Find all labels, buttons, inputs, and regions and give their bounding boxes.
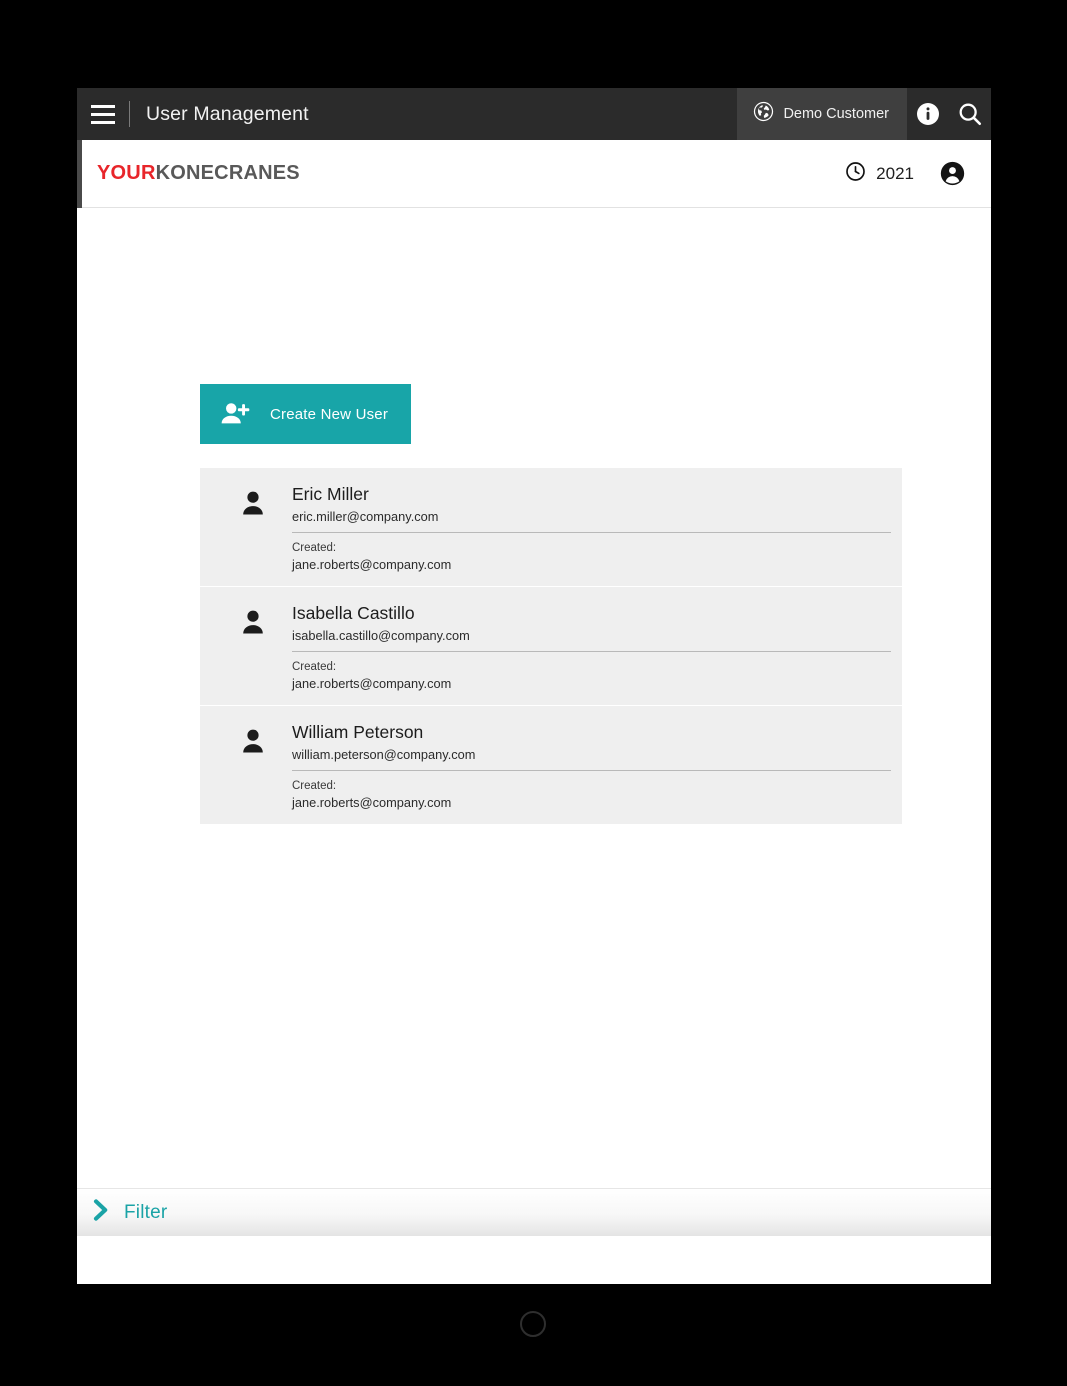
hamburger-menu-icon[interactable]: [77, 88, 129, 140]
device-home-button[interactable]: [520, 1311, 546, 1337]
card-divider: [292, 532, 891, 533]
globe-icon: [753, 101, 774, 127]
year-label: 2021: [876, 163, 914, 183]
user-email: isabella.castillo@company.com: [292, 628, 470, 643]
person-add-icon: [200, 401, 270, 427]
user-email: william.peterson@company.com: [292, 747, 476, 762]
clock-icon: [845, 161, 866, 187]
created-by-email: jane.roberts@company.com: [292, 557, 452, 572]
created-label: Created:: [292, 661, 337, 673]
user-card[interactable]: Eric Miller eric.miller@company.com Crea…: [200, 468, 902, 586]
screen: User Management Demo Customer YOURKONECR…: [77, 88, 991, 1284]
person-icon: [240, 488, 266, 518]
person-icon: [240, 726, 266, 756]
device-frame: User Management Demo Customer YOURKONECR…: [0, 0, 1067, 1386]
created-label: Created:: [292, 542, 337, 554]
logo-bar-actions: 2021: [845, 161, 991, 187]
created-by-email: jane.roberts@company.com: [292, 676, 452, 691]
user-name: Eric Miller: [292, 484, 369, 504]
customer-name-label: Demo Customer: [783, 106, 889, 122]
year-selector[interactable]: 2021: [845, 161, 914, 187]
chevron-right-icon: [93, 1199, 110, 1226]
brand-logo: YOURKONECRANES: [97, 162, 300, 185]
filter-bar[interactable]: Filter: [77, 1188, 991, 1236]
brand-logo-your: YOUR: [97, 162, 156, 184]
account-circle-icon[interactable]: [940, 161, 965, 186]
main-content: Create New User Eric Miller eric.miller@…: [77, 208, 991, 1236]
info-icon[interactable]: [907, 88, 949, 140]
search-icon[interactable]: [949, 88, 991, 140]
app-bar: User Management Demo Customer: [77, 88, 991, 140]
app-bar-divider: [129, 101, 130, 127]
user-list: Eric Miller eric.miller@company.com Crea…: [200, 468, 902, 825]
brand-logo-konecranes: KONECRANES: [155, 162, 300, 184]
logo-bar: YOURKONECRANES 2021: [77, 140, 991, 208]
card-divider: [292, 770, 891, 771]
user-email: eric.miller@company.com: [292, 509, 439, 524]
created-by-email: jane.roberts@company.com: [292, 795, 452, 810]
customer-selector[interactable]: Demo Customer: [737, 88, 907, 140]
page-title: User Management: [146, 102, 309, 125]
created-label: Created:: [292, 780, 337, 792]
user-name: Isabella Castillo: [292, 603, 415, 623]
user-card[interactable]: William Peterson william.peterson@compan…: [200, 706, 902, 824]
create-new-user-button[interactable]: Create New User: [200, 384, 411, 444]
card-divider: [292, 651, 891, 652]
sidebar-rail[interactable]: [77, 140, 82, 208]
app-bar-actions: Demo Customer: [737, 88, 991, 140]
create-new-user-label: Create New User: [270, 405, 389, 423]
filter-label: Filter: [124, 1201, 168, 1223]
person-icon: [240, 607, 266, 637]
user-card[interactable]: Isabella Castillo isabella.castillo@comp…: [200, 587, 902, 705]
user-name: William Peterson: [292, 722, 424, 742]
